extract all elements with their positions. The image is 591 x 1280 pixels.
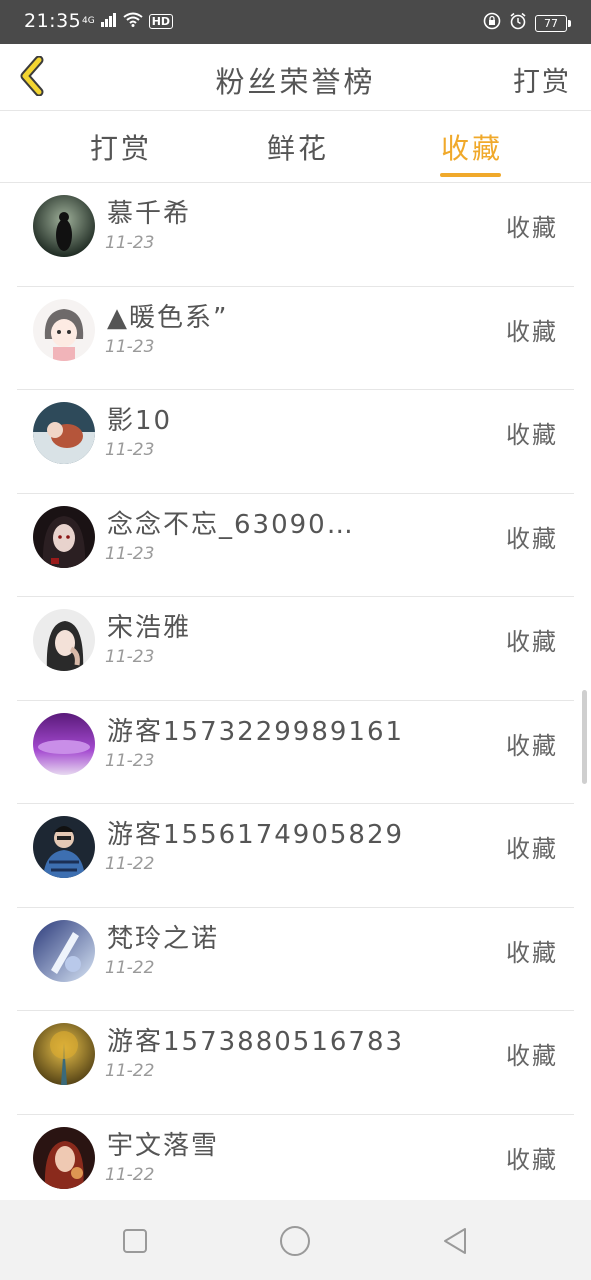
item-date: 11-22	[105, 1164, 155, 1185]
avatar	[33, 298, 95, 361]
item-date: 11-23	[105, 440, 155, 460]
item-action: 收藏	[506, 524, 558, 553]
item-action: 收藏	[506, 1042, 558, 1070]
app-header: 粉丝荣誉榜 打赏	[0, 44, 591, 111]
avatar	[33, 195, 95, 257]
item-date: 11-23	[105, 543, 155, 564]
item-date: 11-22	[105, 957, 155, 978]
user-name: 游客15732299891​61	[107, 716, 405, 747]
fan-list: 慕千希 11-23 收藏 ▲暖色系” 11-23 收藏 影10 11-23 收藏…	[0, 183, 591, 1218]
item-action: 收藏	[506, 1145, 558, 1174]
item-date: 11-22	[105, 854, 155, 874]
hd-badge: HD	[148, 14, 174, 29]
item-action: 收藏	[506, 835, 558, 863]
list-item[interactable]: ▲暖色系” 11-23 收藏	[17, 287, 574, 390]
avatar	[33, 1126, 95, 1189]
alarm-icon	[509, 12, 527, 34]
item-action: 收藏	[506, 317, 558, 346]
user-name: 慕千希	[107, 199, 192, 229]
avatar	[33, 1023, 95, 1085]
item-action: 收藏	[506, 731, 558, 760]
list-item[interactable]: 影10 11-23 收藏	[17, 390, 574, 494]
back-nav-button[interactable]	[438, 1224, 472, 1258]
user-name: ▲暖色系”	[107, 302, 229, 333]
list-item[interactable]: 梵玲之诺 11-22 收藏	[17, 908, 574, 1011]
active-tab-indicator	[440, 173, 501, 177]
user-name: 念念不忘_63090…	[107, 509, 355, 540]
avatar	[33, 919, 95, 982]
item-date: 11-23	[105, 647, 155, 667]
list-item[interactable]: 念念不忘_63090… 11-23 收藏	[17, 494, 574, 597]
list-item[interactable]: 游客15738805167​83 11-22 收藏	[17, 1011, 574, 1115]
tab-bar: 打赏 鲜花 收藏	[0, 111, 591, 183]
tab-favorites[interactable]: 收藏	[440, 127, 504, 167]
scrollbar[interactable]	[582, 690, 587, 784]
user-name: 游客15738805167​83	[107, 1027, 405, 1057]
system-nav-bar	[0, 1200, 591, 1280]
wifi-icon	[123, 12, 143, 31]
network-type: 4G	[82, 16, 95, 26]
user-name: 宋浩雅	[107, 613, 192, 643]
tab-flowers[interactable]: 鲜花	[266, 127, 330, 167]
avatar	[33, 816, 95, 878]
user-name: 梵玲之诺	[107, 923, 220, 954]
list-item[interactable]: 游客15561749058​29 11-22 收藏	[17, 804, 574, 908]
square-icon	[123, 1229, 147, 1253]
avatar	[33, 609, 95, 671]
user-name: 游客15561749058​29	[107, 820, 405, 850]
avatar	[33, 402, 95, 464]
list-item[interactable]: 宋浩雅 11-23 收藏	[17, 597, 574, 701]
user-name: 影10	[107, 406, 173, 436]
item-date: 11-22	[105, 1061, 155, 1081]
circle-icon	[280, 1226, 310, 1256]
signal-icon	[100, 12, 117, 31]
list-item[interactable]: 慕千希 11-23 收藏	[17, 183, 574, 287]
item-action: 收藏	[506, 421, 558, 449]
item-action: 收藏	[506, 938, 558, 967]
item-date: 11-23	[105, 750, 155, 771]
status-time: 21:35	[24, 10, 82, 32]
list-item[interactable]: 游客15732299891​61 11-23 收藏	[17, 701, 574, 804]
home-button[interactable]	[278, 1224, 312, 1258]
lock-rotation-icon	[483, 12, 501, 34]
item-date: 11-23	[105, 336, 155, 357]
avatar	[33, 505, 95, 568]
battery-indicator: 77	[535, 14, 571, 32]
item-date: 11-23	[105, 233, 155, 253]
triangle-back-icon	[444, 1228, 466, 1254]
status-bar: 21:35 4G HD 77	[0, 0, 591, 44]
tab-reward[interactable]: 打赏	[89, 127, 153, 167]
reward-button[interactable]: 打赏	[513, 60, 571, 99]
item-action: 收藏	[506, 214, 558, 242]
avatar	[33, 712, 95, 775]
user-name: 宇文落雪	[107, 1130, 220, 1161]
recent-apps-button[interactable]	[118, 1224, 152, 1258]
page-title: 粉丝荣誉榜	[215, 65, 376, 99]
item-action: 收藏	[506, 628, 558, 656]
